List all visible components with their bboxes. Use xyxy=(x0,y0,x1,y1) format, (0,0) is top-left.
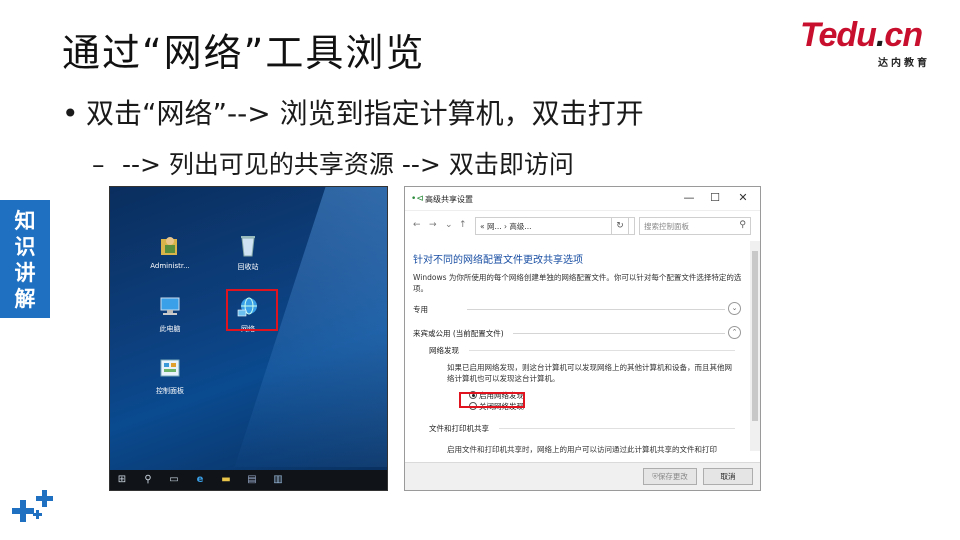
network-settings-icon: •⊲ xyxy=(411,194,424,204)
desktop-icon-administrator[interactable]: Administr... xyxy=(142,233,198,270)
section-guest-public[interactable]: 来宾或公用 (当前配置文件) ⌃ xyxy=(413,324,743,342)
plus-decoration-icon xyxy=(12,490,53,522)
search-placeholder: 搜索控制面板 xyxy=(644,222,689,231)
desktop-icon-recycle-bin[interactable]: 回收站 xyxy=(220,233,276,272)
content-heading: 针对不同的网络配置文件更改共享选项 xyxy=(413,255,583,266)
window-titlebar: •⊲ 高级共享设置 — ☐ ✕ xyxy=(405,187,760,211)
subsection-network-discovery: 网络发现 xyxy=(429,342,743,358)
save-changes-button[interactable]: ⛨保存更改 xyxy=(643,468,697,485)
icon-label: 此电脑 xyxy=(159,325,181,333)
section-label: 专用 xyxy=(413,305,428,314)
start-icon[interactable]: ⊞ xyxy=(116,474,128,486)
discovery-description: 如果已启用网络发现，则这台计算机可以发现网络上的其他计算机和设备，而且其他网络计… xyxy=(447,363,732,383)
section-label: 来宾或公用 (当前配置文件) xyxy=(413,329,504,338)
subsection-divider xyxy=(499,428,735,429)
file-icon[interactable]: ▥ xyxy=(272,474,284,486)
logo-suffix: cn xyxy=(884,16,923,54)
save-label: 保存更改 xyxy=(657,472,688,481)
subsection-divider xyxy=(469,350,735,351)
network-highlight-box xyxy=(226,289,278,331)
cancel-button[interactable]: 取消 xyxy=(703,468,753,485)
subsection-label: 文件和打印机共享 xyxy=(429,424,489,433)
bullet2-text: --> 列出可见的共享资源 --> 双击即访问 xyxy=(122,150,574,179)
recycle-bin-icon xyxy=(241,236,255,257)
desktop-icon-this-pc[interactable]: 此电脑 xyxy=(142,295,198,334)
bullet1-text: 双击“网络”--> 浏览到指定计算机，双击打开 xyxy=(86,97,644,130)
section-private[interactable]: 专用 ⌄ xyxy=(413,300,743,318)
control-panel-icon xyxy=(160,359,180,377)
explorer-icon[interactable]: ▬ xyxy=(220,474,232,486)
logo-subtitle: 达内教育 xyxy=(878,58,930,69)
tab-char: 解 xyxy=(14,287,36,311)
expand-chevron-icon[interactable]: ⌄ xyxy=(728,302,741,315)
vertical-scrollbar[interactable] xyxy=(750,241,760,451)
radio-highlight-box xyxy=(459,392,525,408)
desktop-screenshot: Administr... 回收站 此电脑 网络 控制面板 ⊞ ⚲ ▭ e ▬ ▤… xyxy=(109,186,388,491)
bullet-dot: • xyxy=(62,97,79,130)
minimize-button[interactable]: — xyxy=(677,191,701,204)
advanced-sharing-window: •⊲ 高级共享设置 — ☐ ✕ ← → ⌄ ↑ « 网... › 高级... ↻… xyxy=(404,186,761,491)
icon-label: 控制面板 xyxy=(156,387,184,395)
window-title: 高级共享设置 xyxy=(425,195,473,204)
search-icon: ⚲ xyxy=(739,220,746,230)
logo-wordmark: Tedu.cn xyxy=(800,18,940,52)
window-footer: ⛨保存更改 取消 xyxy=(405,462,760,490)
knowledge-tab: 知 识 讲 解 xyxy=(0,200,50,318)
server-manager-icon[interactable]: ▤ xyxy=(246,474,258,486)
taskbar: ⊞ ⚲ ▭ e ▬ ▤ ▥ xyxy=(110,470,387,490)
tab-char: 讲 xyxy=(14,261,36,285)
icon-label: 回收站 xyxy=(237,263,259,271)
up-arrow-icon[interactable]: ↑ xyxy=(459,220,467,230)
logo-main-text: Tedu xyxy=(800,16,877,54)
section-divider xyxy=(467,309,725,310)
bullet-level2: – --> 列出可见的共享资源 --> 双击即访问 xyxy=(92,145,574,181)
scrollbar-thumb[interactable] xyxy=(752,251,758,421)
back-arrow-icon[interactable]: ← xyxy=(413,220,421,230)
file-printer-description: 启用文件和打印机共享时，网络上的用户可以访问通过此计算机共享的文件和打印 xyxy=(447,445,717,454)
subsection-file-printer: 文件和打印机共享 xyxy=(429,420,743,436)
user-folder-icon xyxy=(161,237,177,255)
edge-icon[interactable]: e xyxy=(194,474,206,486)
section-divider xyxy=(513,333,725,334)
subsection-label: 网络发现 xyxy=(429,346,459,355)
address-row: ← → ⌄ ↑ « 网... › 高级... ↻ 搜索控制面板 ⚲ xyxy=(405,215,760,237)
chevron-down-icon[interactable]: ⌄ xyxy=(445,220,453,230)
content-description: Windows 为你所使用的每个网络创建单独的网络配置文件。你可以针对每个配置文… xyxy=(413,273,742,293)
forward-arrow-icon[interactable]: → xyxy=(429,220,437,230)
desktop-icon-control-panel[interactable]: 控制面板 xyxy=(142,357,198,396)
close-button[interactable]: ✕ xyxy=(731,191,755,204)
task-view-icon[interactable]: ▭ xyxy=(168,474,180,486)
slide-title: 通过“网络”工具浏览 xyxy=(62,31,426,75)
maximize-button[interactable]: ☐ xyxy=(703,191,727,204)
bullet-dash: – xyxy=(92,150,105,179)
tedu-logo: Tedu.cn 达内教育 xyxy=(800,18,940,70)
refresh-button[interactable]: ↻ xyxy=(611,217,629,235)
address-text: « 网... › 高级... xyxy=(480,222,532,231)
computer-icon xyxy=(160,297,180,315)
bullet-level1: • 双击“网络”--> 浏览到指定计算机，双击打开 xyxy=(62,92,644,132)
icon-label: Administr... xyxy=(150,262,190,270)
window-content: 针对不同的网络配置文件更改共享选项 Windows 为你所使用的每个网络创建单独… xyxy=(413,251,743,455)
search-icon[interactable]: ⚲ xyxy=(142,474,154,486)
collapse-chevron-icon[interactable]: ⌃ xyxy=(728,326,741,339)
search-input[interactable]: 搜索控制面板 ⚲ xyxy=(639,217,751,235)
tab-char: 知 xyxy=(14,209,36,233)
tab-char: 识 xyxy=(14,235,36,259)
